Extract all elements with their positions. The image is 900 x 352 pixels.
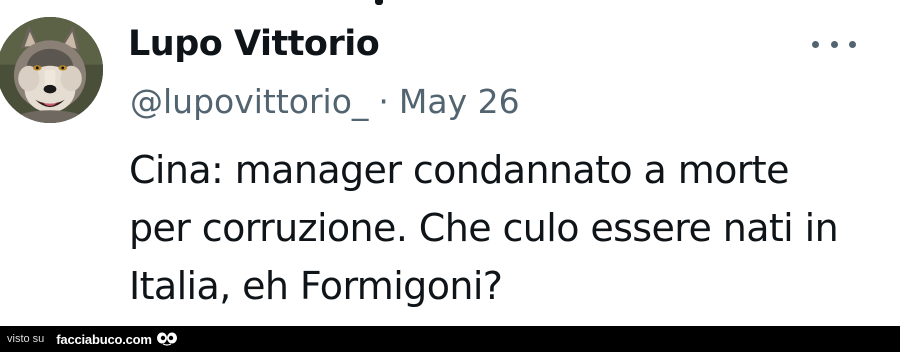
avatar[interactable] — [0, 17, 103, 123]
tweet-text-line: Cina: manager condannato a morte — [129, 148, 789, 192]
top-edge-mark — [375, 0, 383, 5]
more-dot — [849, 40, 856, 48]
tweet-text: Cina: manager condannato a morte per cor… — [129, 141, 889, 315]
display-name[interactable]: Lupo Vittorio — [128, 24, 380, 64]
tweet-text-line: Italia, eh Formigoni? — [129, 264, 503, 308]
visto-su-label: visto su — [7, 333, 45, 345]
meta-separator: · — [378, 82, 389, 121]
more-options-icon[interactable] — [812, 36, 856, 52]
more-dot — [812, 40, 819, 48]
tweet-card: Lupo Vittorio @lupovittorio_ · May 26 Cina… — [0, 0, 900, 326]
watermark-footer: visto su facciabuco.com — [0, 326, 900, 352]
tweet-date[interactable]: May 26 — [399, 82, 520, 121]
tweet-meta: @lupovittorio_ · May 26 — [130, 82, 520, 121]
more-dot — [830, 40, 838, 48]
tweet-text-line: per corruzione. Che culo essere nati in — [129, 206, 839, 250]
wolf-avatar-icon — [0, 17, 103, 123]
eyes-icon — [156, 332, 178, 346]
brand-name[interactable]: facciabuco.com — [56, 332, 152, 347]
handle[interactable]: @lupovittorio_ — [130, 82, 368, 121]
